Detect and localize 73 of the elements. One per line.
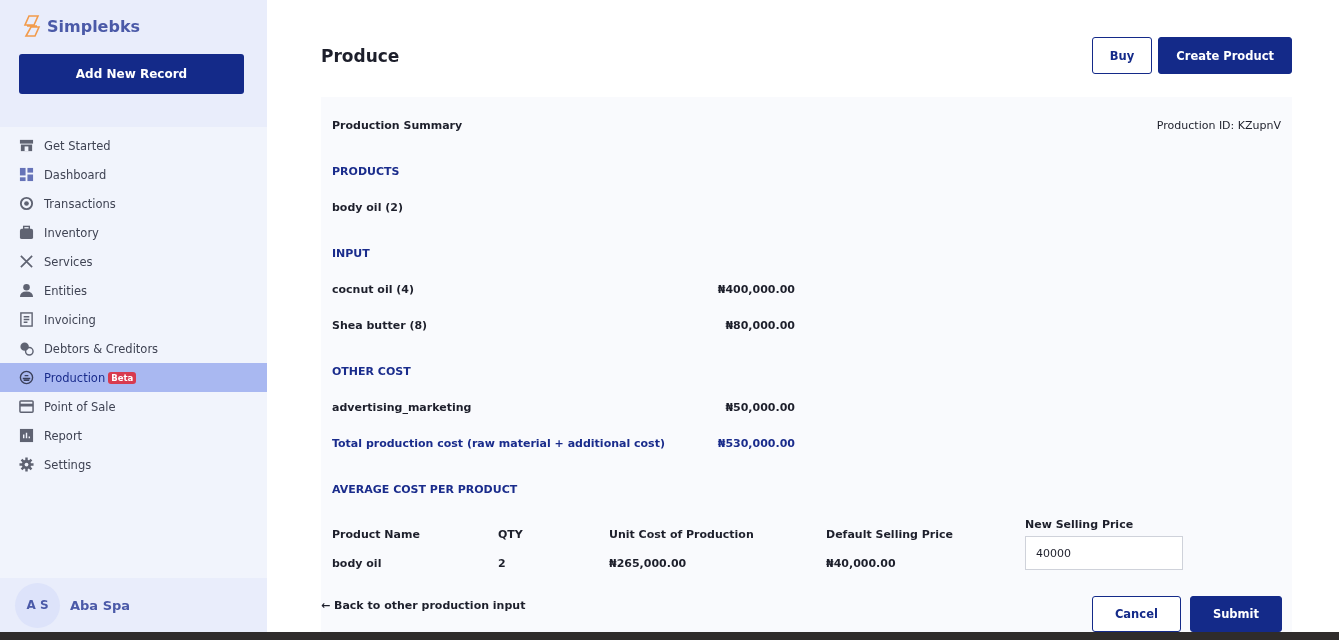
nav-icon (19, 225, 34, 240)
price-input-field[interactable]: 40000 (1025, 536, 1183, 570)
nav-label: Transactions (44, 196, 116, 211)
item-label: Shea butter (8) (332, 319, 428, 332)
sidebar-item[interactable]: Report (0, 421, 267, 450)
item-amount: ₦50,000.00 (725, 401, 795, 414)
column-header: Product Name (332, 528, 421, 541)
table-cell-text: body oil (332, 557, 383, 570)
sidebar-item[interactable]: Point of Sale (0, 392, 267, 421)
section-heading: INPUT (332, 247, 371, 260)
nav-icon (19, 312, 34, 327)
nav-label: Entities (44, 283, 88, 298)
nav-icon (19, 399, 34, 414)
production-id: Production ID: KZupnV (1156, 119, 1281, 132)
sidebar-item[interactable]: Settings (0, 450, 267, 479)
user-name: Aba Spa (70, 597, 131, 613)
nav-label: Services (44, 254, 93, 269)
field-label: New Selling Price (1025, 518, 1135, 531)
sidebar-item[interactable]: Transactions (0, 189, 267, 218)
nav-icon (19, 341, 34, 356)
nav-label: Invoicing (44, 312, 96, 327)
footer-button[interactable]: Submit (1189, 596, 1282, 632)
nav-label: Debtors & Creditors (44, 341, 159, 356)
logo-icon (21, 14, 43, 38)
sidebar-item[interactable]: Inventory (0, 218, 267, 247)
nav-label: Point of Sale (44, 399, 116, 414)
item-label: body oil (2) (332, 201, 403, 214)
footer-button[interactable]: Cancel (1091, 596, 1181, 632)
header-button[interactable]: Create Product (1158, 37, 1292, 74)
nav-icon (19, 254, 34, 269)
sidebar-item[interactable]: Production Beta (0, 363, 267, 392)
section-heading: OTHER COST (332, 365, 412, 378)
table-cell-text: ₦40,000.00 (826, 557, 897, 570)
nav-icon (19, 167, 34, 182)
header-button[interactable]: Buy (1091, 37, 1153, 74)
nav-label: Dashboard (44, 167, 107, 182)
summary-title: Production Summary (332, 119, 463, 132)
nav-label: Production (44, 370, 106, 385)
item-label: cocnut oil (4) (332, 283, 414, 296)
nav-label: Report (44, 428, 83, 443)
nav-icon (19, 196, 34, 211)
add-record-button[interactable]: Add New Record (19, 54, 244, 94)
nav-label: Settings (44, 457, 92, 472)
section-heading: AVERAGE COST PER PRODUCT (332, 483, 519, 496)
nav-icon (19, 457, 34, 472)
item-amount: ₦400,000.00 (717, 283, 795, 296)
column-header: Default Selling Price (826, 528, 954, 541)
table-cell-text: ₦265,000.00 (609, 557, 688, 570)
column-header: Unit Cost of Production (609, 528, 755, 541)
sidebar-item[interactable]: Entities (0, 276, 267, 305)
sidebar-item[interactable]: Get Started (0, 131, 267, 160)
sidebar-item[interactable]: Debtors & Creditors (0, 334, 267, 363)
sidebar-item[interactable]: Services (0, 247, 267, 276)
nav-icon (19, 138, 34, 153)
nav-label: Get Started (44, 138, 111, 153)
item-amount: ₦80,000.00 (725, 319, 795, 332)
user-avatar: A S (15, 582, 60, 628)
column-header: QTY (498, 528, 524, 541)
nav-label: Inventory (44, 225, 99, 240)
sidebar-item[interactable]: Invoicing (0, 305, 267, 334)
page-title: Produce (321, 45, 400, 66)
brand-name: Simplebks (47, 16, 141, 36)
section-heading: PRODUCTS (332, 165, 401, 178)
beta-badge: Beta (108, 371, 137, 384)
total-label: Total production cost (raw material + additional cost) (332, 437, 665, 450)
nav-icon (19, 370, 34, 385)
nav-icon (19, 283, 34, 298)
back-link[interactable]: ← Back to other production input (321, 599, 526, 612)
table-cell-text: 2 (498, 557, 507, 570)
item-label: advertising_marketing (332, 401, 472, 414)
total-amount: ₦530,000.00 (717, 437, 795, 450)
sidebar-item[interactable]: Dashboard (0, 160, 267, 189)
nav-icon (19, 428, 34, 443)
